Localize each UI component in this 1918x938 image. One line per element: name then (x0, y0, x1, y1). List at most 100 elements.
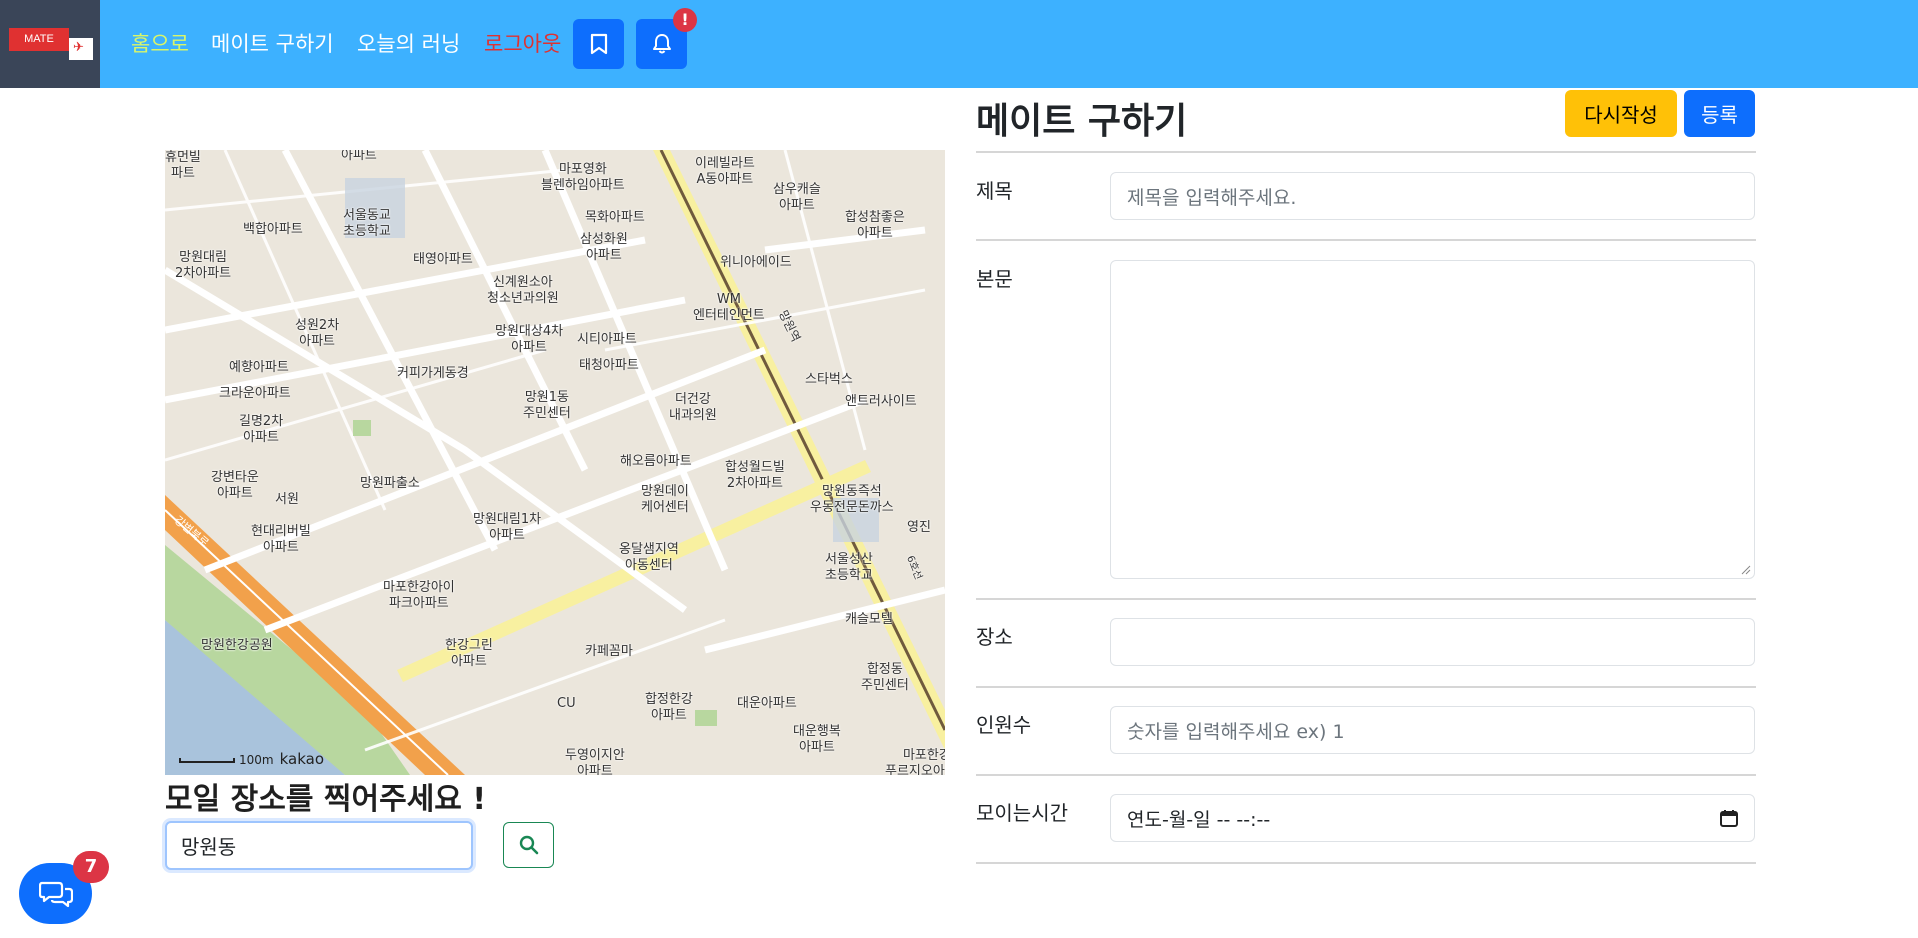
calendar-icon[interactable] (1720, 809, 1738, 827)
map-label: 옹달샘지역 아동센터 (619, 542, 679, 573)
scale-bar (179, 758, 235, 763)
map-label: 마포영화 블렌하임아파트 (541, 162, 625, 193)
place-label: 장소 (976, 625, 1013, 649)
map-label: 망원대림 2차아파트 (175, 250, 232, 281)
kakao-map[interactable]: 휴먼빌 파트 아파트 마포영화 블렌하임아파트 이레빌라트 A동아파트 삼우캐슬 아파트… (165, 150, 945, 775)
divider (976, 151, 1756, 153)
bookmark-icon (590, 33, 607, 55)
place-field[interactable] (1110, 618, 1755, 666)
map-label: 커피가게동경 (397, 366, 469, 381)
map-label: 신계원소아 청소년과의원 (487, 275, 559, 306)
runner-icon: ✈ (73, 40, 84, 55)
map-label: 현대리버빌 아파트 (251, 524, 311, 555)
map-label: 망원대림1차 아파트 (473, 512, 542, 543)
time-value: 연도-월-일 -- --:-- (1127, 808, 1271, 831)
title-placeholder: 제목을 입력해주세요. (1127, 186, 1297, 209)
map-label: 백합아파트 (243, 222, 303, 237)
map-label: 앤트러사이트 (845, 394, 917, 409)
chat-badge: 7 (73, 851, 109, 883)
map-provider-logo: kakao (279, 750, 325, 768)
nav-home-link[interactable]: 홈으로 (131, 30, 189, 58)
map-label: 예향아파트 (229, 360, 289, 375)
scale-label: 100m (239, 753, 274, 767)
place-heading: 모일 장소를 찍어주세요 ! (165, 782, 487, 817)
map-label: WM 엔터테인먼트 (693, 292, 765, 323)
divider (976, 686, 1756, 688)
search-icon (519, 835, 538, 855)
map-label: 망원대상4차 아파트 (495, 324, 564, 355)
map-label: 아파트 (341, 150, 377, 163)
submit-button[interactable]: 등록 (1684, 90, 1755, 137)
place-search-input[interactable] (165, 821, 473, 870)
map-label: 삼우캐슬 아파트 (773, 182, 821, 213)
map-label: 합정한강 아파트 (645, 692, 693, 723)
notification-badge: ! (673, 8, 697, 32)
chat-bubbles-icon (38, 881, 73, 907)
bell-icon (652, 34, 671, 54)
map-label: 한강그린 아파트 (445, 638, 493, 669)
map-label: 길명2차 아파트 (239, 414, 284, 445)
resize-handle-icon[interactable] (1741, 565, 1751, 575)
map-scale: 100m kakao (179, 750, 324, 768)
map-label: 삼성화원 아파트 (580, 232, 628, 263)
place-search-button[interactable] (503, 822, 554, 868)
map-label: 마포한강푸르지오아파트 (885, 748, 945, 775)
map-label: 대운아파트 (737, 696, 797, 711)
logo[interactable]: MATE ✈ (0, 0, 100, 88)
map-label: 크라운아파트 (219, 386, 291, 401)
map-label: 영진 (907, 520, 931, 535)
map-label: 캐슬모텔 (845, 612, 893, 627)
reset-button[interactable]: 다시작성 (1565, 90, 1677, 137)
logo-text: MATE (9, 28, 69, 51)
divider (976, 239, 1756, 241)
divider (976, 774, 1756, 776)
map-label: 망원동즉석 우동전문돈까스 (810, 484, 894, 515)
nav-logout-link[interactable]: 로그아웃 (484, 30, 561, 58)
map-label: 목화아파트 (585, 210, 645, 225)
map-label: 태영아파트 (413, 252, 473, 267)
title-label: 제목 (976, 179, 1013, 203)
map-label: 두영이지안 아파트 (565, 748, 625, 775)
time-input[interactable]: 연도-월-일 -- --:-- (1110, 794, 1755, 842)
map-label: 더건강 내과의원 (669, 392, 717, 423)
map-label: 스타벅스 (805, 372, 853, 387)
map-label: 서울성산 초등학교 (825, 552, 873, 583)
top-navbar: MATE ✈ 홈으로 메이트 구하기 오늘의 러닝 로그아웃 ! (0, 0, 1918, 88)
title-input[interactable]: 제목을 입력해주세요. (1110, 172, 1755, 220)
time-label: 모이는시간 (976, 801, 1068, 825)
map-label: 태청아파트 (579, 358, 639, 373)
page-title: 메이트 구하기 (976, 101, 1188, 142)
map-label: 망원데이 케어센터 (641, 484, 689, 515)
divider (976, 862, 1756, 864)
map-label: 서울동교 초등학교 (343, 208, 391, 239)
nav-find-mate-link[interactable]: 메이트 구하기 (211, 30, 334, 58)
map-label: 합성참좋은 아파트 (845, 210, 905, 241)
people-placeholder: 숫자를 입력해주세요 ex) 1 (1127, 720, 1345, 743)
bookmark-button[interactable] (573, 19, 624, 69)
map-label: 위니아에이드 (720, 255, 792, 270)
map-label: 망원파출소 (360, 476, 420, 491)
map-label: 서원 (275, 492, 299, 507)
map-label: 망원1동 주민센터 (523, 390, 571, 421)
body-textarea[interactable] (1110, 260, 1755, 579)
map-label: 마포한강아이 파크아파트 (383, 580, 455, 611)
map-label: CU (557, 696, 576, 711)
map-label: 이레빌라트 A동아파트 (695, 156, 755, 187)
map-background (165, 150, 945, 775)
logo-runner-mark: ✈ (69, 38, 93, 60)
map-label: 합정동 주민센터 (861, 662, 909, 693)
map-label: 합성월드빌 2차아파트 (725, 460, 785, 491)
map-label: 강변타운 아파트 (211, 470, 259, 501)
map-label: 해오름아파트 (620, 454, 692, 469)
divider (976, 598, 1756, 600)
map-label: 망원한강공원 (201, 638, 273, 653)
map-label: 휴먼빌 파트 (165, 150, 201, 181)
people-input[interactable]: 숫자를 입력해주세요 ex) 1 (1110, 706, 1755, 754)
map-label: 시티아파트 (577, 332, 637, 347)
map-label: 카페꼼마 (585, 644, 633, 659)
map-label: 성원2차 아파트 (295, 318, 340, 349)
body-label: 본문 (976, 267, 1013, 291)
people-label: 인원수 (976, 713, 1032, 737)
nav-today-running-link[interactable]: 오늘의 러닝 (357, 30, 460, 58)
map-label: 대운행복 아파트 (793, 724, 841, 755)
